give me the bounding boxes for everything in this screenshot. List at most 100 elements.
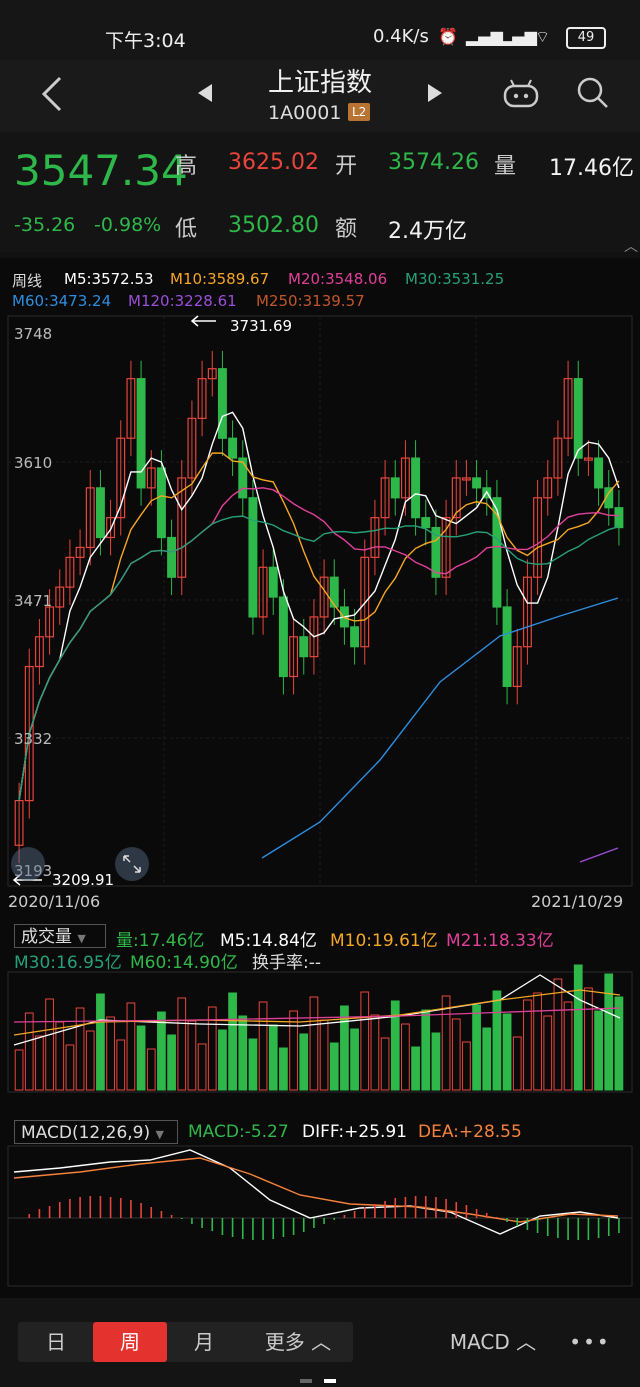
price-tick: 3748 <box>14 325 52 343</box>
zoom-in-button[interactable] <box>115 847 149 881</box>
dropdown-icon: ▼ <box>77 932 86 945</box>
candle-body <box>573 378 583 459</box>
candle-body <box>421 517 431 529</box>
ma20-line <box>18 487 619 801</box>
start-date: 2020/11/06 <box>8 892 101 911</box>
candle-body <box>390 477 400 499</box>
tab-week[interactable]: 周 <box>93 1322 167 1362</box>
candle-body <box>156 467 166 539</box>
candle-body <box>350 626 360 648</box>
turnover-legend: 换手率:-- <box>252 953 321 973</box>
candle-body <box>217 368 227 439</box>
volume-bar <box>157 1011 166 1091</box>
kline-chart[interactable]: 3748 3610 3471 3332 3193 3731.69 3209.91 <box>0 0 640 1387</box>
ma30-line <box>18 515 620 801</box>
tab-more[interactable]: 更多 ︿ <box>250 1322 346 1362</box>
volume-bar <box>614 996 624 1091</box>
volume-bar <box>65 1044 75 1091</box>
volume-bar <box>268 1024 278 1091</box>
candle-body <box>329 576 339 608</box>
volume-bar <box>370 1014 380 1091</box>
volume-bar <box>14 1049 24 1091</box>
volume-bar <box>492 990 502 1091</box>
volume-bar <box>523 999 532 1091</box>
end-date: 2021/10/29 <box>531 892 624 911</box>
volume-bar <box>441 995 451 1091</box>
volume-bar <box>35 1035 44 1091</box>
volume-bar <box>85 1030 95 1091</box>
volume-bar <box>451 1018 461 1091</box>
volume-bar <box>75 1007 85 1091</box>
volume-bar <box>411 1046 420 1091</box>
vol-m60-legend: M60:14.90亿 <box>130 953 238 973</box>
volume-bar <box>573 964 583 1091</box>
high-annotation: 3731.69 <box>230 317 292 335</box>
volume-bars-group <box>13 964 624 1091</box>
tab-day[interactable]: 日 <box>18 1322 94 1362</box>
low-annotation: 3209.91 <box>52 871 114 889</box>
volume-bar <box>279 1047 288 1091</box>
tab-month[interactable]: 月 <box>166 1322 242 1362</box>
volume-bar <box>472 1004 481 1091</box>
volume-bar <box>360 991 370 1091</box>
volume-bar <box>329 1042 339 1091</box>
price-tick: 3471 <box>14 592 52 610</box>
volume-bar <box>390 1000 400 1091</box>
volume-bar <box>553 978 563 1091</box>
volume-bar <box>228 992 237 1091</box>
ma-lines-group <box>18 411 620 863</box>
macd-group <box>8 1149 632 1240</box>
candle-body <box>502 606 512 688</box>
volume-bar <box>462 1041 471 1091</box>
volume-bar <box>482 1027 492 1091</box>
volume-bar <box>106 1016 115 1091</box>
candle-body <box>228 437 238 459</box>
candle-body <box>411 457 421 519</box>
candle-body <box>614 507 624 529</box>
volume-bar <box>350 1028 359 1091</box>
volume-bar <box>197 1043 207 1091</box>
candle-body <box>248 497 258 618</box>
volume-bar <box>248 1038 258 1091</box>
ma60-line <box>261 597 619 859</box>
volume-bar <box>289 1010 298 1091</box>
macd-indicator-select[interactable]: MACD(12,26,9) ▼ <box>14 1120 178 1144</box>
volume-indicator-select[interactable]: 成交量 ▼ <box>14 924 106 948</box>
volume-selector-label: 成交量 <box>21 927 72 947</box>
volume-bar <box>431 1032 441 1091</box>
volume-bar <box>309 996 319 1091</box>
ma120-line <box>579 847 619 863</box>
macd-selector-label: MACD(12,26,9) <box>21 1123 151 1143</box>
zoom-out-button[interactable] <box>11 847 45 881</box>
volume-bar <box>380 1037 390 1091</box>
dea-value: DEA:+28.55 <box>418 1122 522 1142</box>
volume-bar <box>218 1029 227 1091</box>
candle-body <box>268 566 278 598</box>
vol-m5-line <box>13 974 621 1046</box>
volume-bar <box>533 992 542 1091</box>
page-indicator-active <box>324 1379 336 1383</box>
volume-bar <box>258 1001 268 1091</box>
more-menu-icon[interactable]: ••• <box>560 1322 620 1362</box>
volume-bar <box>299 1033 309 1091</box>
volume-bar <box>136 1025 146 1091</box>
volume-bar <box>594 1010 603 1091</box>
indicator-switch[interactable]: MACD ︿ <box>438 1322 548 1362</box>
candle-body <box>238 457 248 499</box>
price-tick: 3610 <box>14 454 52 472</box>
volume-bar <box>604 973 614 1091</box>
page-indicator <box>300 1379 312 1383</box>
volume-bar <box>421 1009 431 1091</box>
volume-bar <box>126 1002 136 1091</box>
volume-bar <box>238 1015 248 1091</box>
candle-body <box>278 596 288 678</box>
volume-bar <box>177 997 187 1091</box>
vol-m21-legend: M21:18.33亿 <box>446 931 554 951</box>
volume-bar <box>512 1036 522 1091</box>
volume-bar <box>146 1048 156 1091</box>
volume-bar <box>543 1015 553 1091</box>
volume-bar <box>167 1034 176 1091</box>
volume-bar <box>502 1013 512 1091</box>
dropdown-icon: ▼ <box>155 1128 164 1141</box>
price-tick: 3332 <box>14 730 52 748</box>
